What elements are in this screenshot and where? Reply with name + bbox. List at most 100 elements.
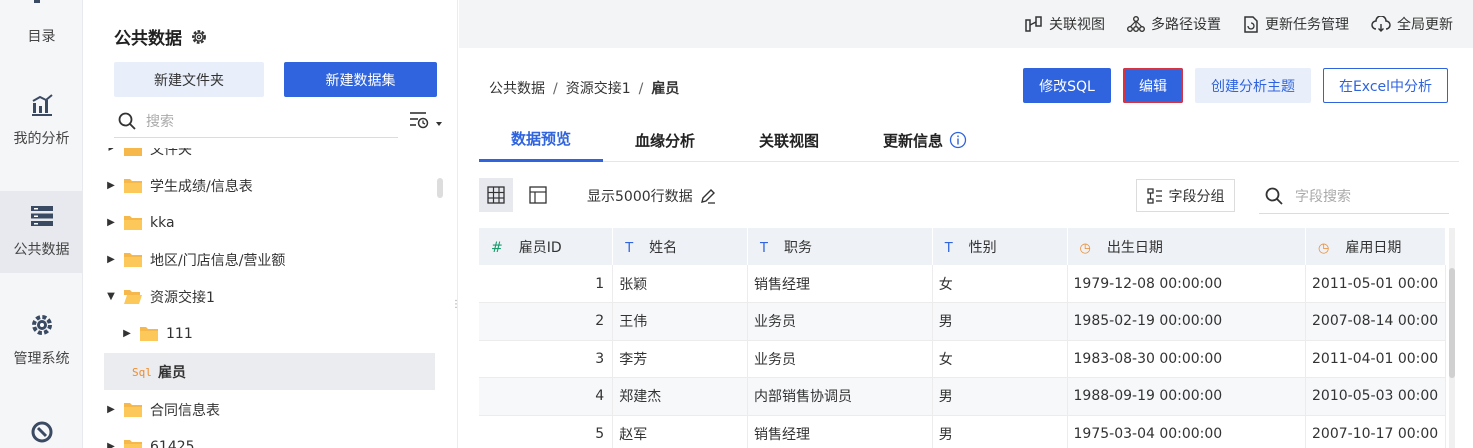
tree-item-student-scores[interactable]: ▶ 学生成绩/信息表 <box>104 167 435 204</box>
rail-item-admin[interactable]: 管理系统 <box>0 312 83 382</box>
search-icon <box>1265 187 1283 205</box>
tree-item-label: 资源交接1 <box>150 289 215 306</box>
column-header[interactable]: # 雇员ID <box>479 228 614 265</box>
table-cell: 男 <box>932 377 1068 416</box>
sql-dataset-icon: Sql <box>132 366 152 379</box>
layout-view-button[interactable] <box>521 178 555 212</box>
column-header[interactable]: T 职务 <box>747 228 933 265</box>
info-icon[interactable] <box>949 131 967 149</box>
collapse-arrow-icon[interactable]: ▼ <box>104 291 118 302</box>
row-limit-setting[interactable]: 显示5000行数据 <box>587 186 717 206</box>
tree-title-text: 公共数据 <box>114 29 182 49</box>
tree-item-handover-1[interactable]: ▼ 资源交接1 <box>104 278 435 315</box>
tree-scrollbar[interactable] <box>437 178 443 198</box>
gear-icon <box>29 312 55 338</box>
tab-update-info[interactable]: 更新信息 <box>851 118 999 162</box>
tree-item-folder[interactable]: ▸ 文件夹 <box>104 148 435 167</box>
tab-related-view[interactable]: 关联视图 <box>727 118 851 162</box>
breadcrumb-folder[interactable]: 资源交接1 <box>566 81 631 97</box>
edit-button[interactable]: 编辑 <box>1123 68 1183 103</box>
expand-arrow-icon[interactable]: ▶ <box>104 217 118 228</box>
column-header-label: 出生日期 <box>1106 239 1163 256</box>
rail-item-my-analysis[interactable]: 我的分析 <box>0 92 83 162</box>
clock-icon: ◷ <box>1079 240 1091 256</box>
expand-arrow-icon[interactable]: ▶ <box>104 254 118 265</box>
expand-arrow-icon[interactable]: ▶ <box>104 441 118 448</box>
table-cell: 李芳 <box>612 340 749 378</box>
bar-chart-icon <box>29 92 55 118</box>
breadcrumb-root[interactable]: 公共数据 <box>489 81 545 97</box>
rail-item-public-data[interactable]: 公共数据 <box>0 191 83 273</box>
multi-path-icon <box>1127 16 1145 32</box>
related-view-icon <box>1025 16 1042 32</box>
tree-search-input[interactable]: 搜索 <box>114 104 398 138</box>
tree-search-placeholder: 搜索 <box>146 113 174 130</box>
expand-arrow-icon[interactable]: ▸ <box>104 148 118 154</box>
multi-path-link[interactable]: 多路径设置 <box>1127 14 1221 34</box>
table-cell: 5 <box>479 415 614 448</box>
text-type-icon: T <box>944 240 953 256</box>
tree-item-label: 111 <box>166 325 193 342</box>
column-header-label: 姓名 <box>649 239 678 256</box>
database-icon <box>29 203 55 229</box>
column-header[interactable]: T 姓名 <box>612 228 749 265</box>
modify-sql-button[interactable]: 修改SQL <box>1023 68 1111 103</box>
column-header[interactable]: ◷ 雇用日期 <box>1305 228 1446 265</box>
dataset-tree-panel: 公共数据 新建文件夹 新建数据集 搜索 ▸ 文件夹 ▶ 学生成绩/信息表 ▶ k… <box>84 0 458 448</box>
expand-arrow-icon[interactable]: ▶ <box>120 328 134 339</box>
related-view-link[interactable]: 关联视图 <box>1025 14 1105 34</box>
breadcrumb-separator: / <box>638 81 644 97</box>
new-dataset-button[interactable]: 新建数据集 <box>284 62 437 97</box>
tree-item-contract[interactable]: ▶ 合同信息表 <box>104 391 435 428</box>
new-folder-button[interactable]: 新建文件夹 <box>114 62 264 97</box>
column-header-label: 雇用日期 <box>1345 239 1402 256</box>
tree-item-employee[interactable]: Sql 雇员 <box>104 353 435 390</box>
rail-item-catalog[interactable]: 目录 <box>0 0 83 58</box>
edit-pencil-icon[interactable] <box>699 187 717 205</box>
grid-icon <box>487 186 505 204</box>
update-task-label: 更新任务管理 <box>1265 17 1349 33</box>
tree-item-111[interactable]: ▶ 111 <box>104 315 435 352</box>
column-header[interactable]: ◷ 出生日期 <box>1067 228 1307 265</box>
global-update-link[interactable]: 全局更新 <box>1371 14 1453 34</box>
global-update-label: 全局更新 <box>1397 17 1453 33</box>
tab-lineage[interactable]: 血缘分析 <box>603 118 727 162</box>
expand-arrow-icon[interactable]: ▶ <box>104 404 118 415</box>
table-row: 1 张颖 销售经理 女 1979-12-08 00:00:00 2011-05-… <box>479 265 1446 303</box>
grid-scrollbar[interactable] <box>1449 228 1455 448</box>
tree-item-61425[interactable]: ▶ 61425 <box>104 428 435 448</box>
field-search-input[interactable]: 字段搜索 <box>1259 178 1449 214</box>
settings-gear-icon[interactable] <box>190 28 208 46</box>
tree-item-kka[interactable]: ▶ kka <box>104 204 435 241</box>
catalog-icon <box>29 0 55 14</box>
column-header-label: 雇员ID <box>518 239 562 256</box>
rail-item-tools[interactable] <box>0 420 83 448</box>
table-cell: 业务员 <box>747 302 933 341</box>
tab-update-info-label: 更新信息 <box>883 131 944 150</box>
data-preview-grid: # 雇员ID T 姓名 T 职务 T 性别 ◷ 出生日期 ◷ 雇用日期 1 张颖 销售经理 <box>479 228 1446 448</box>
folder-icon <box>140 326 158 341</box>
table-cell: 4 <box>479 377 614 416</box>
svg-text:Sql: Sql <box>132 366 152 379</box>
analyze-in-excel-button[interactable]: 在Excel中分析 <box>1323 68 1448 103</box>
field-group-button[interactable]: 字段分组 <box>1136 179 1235 212</box>
tree-item-region-store[interactable]: ▶ 地区/门店信息/营业额 <box>104 241 435 278</box>
data-table: # 雇员ID T 姓名 T 职务 T 性别 ◷ 出生日期 ◷ 雇用日期 1 张颖 销售经理 <box>479 228 1446 448</box>
update-task-link[interactable]: 更新任务管理 <box>1243 14 1349 34</box>
table-cell: 男 <box>932 415 1068 448</box>
tree-item-label: 雇员 <box>158 364 186 381</box>
column-header[interactable]: T 性别 <box>932 228 1068 265</box>
table-cell: 郑建杰 <box>612 377 749 416</box>
task-icon <box>1244 16 1258 33</box>
create-topic-button[interactable]: 创建分析主题 <box>1195 68 1311 103</box>
sort-filter-icon[interactable] <box>408 110 442 132</box>
grid-scrollbar-thumb[interactable] <box>1449 268 1455 378</box>
expand-arrow-icon[interactable]: ▶ <box>104 180 118 191</box>
text-type-icon: T <box>625 240 634 256</box>
column-header-label: 性别 <box>968 239 997 256</box>
rail-label-admin: 管理系统 <box>13 351 70 367</box>
tab-data-preview[interactable]: 数据预览 <box>479 118 604 162</box>
preview-toolbar: 显示5000行数据 字段分组 字段搜索 <box>479 178 1459 214</box>
table-cell: 女 <box>932 265 1068 303</box>
grid-view-button[interactable] <box>479 178 513 212</box>
